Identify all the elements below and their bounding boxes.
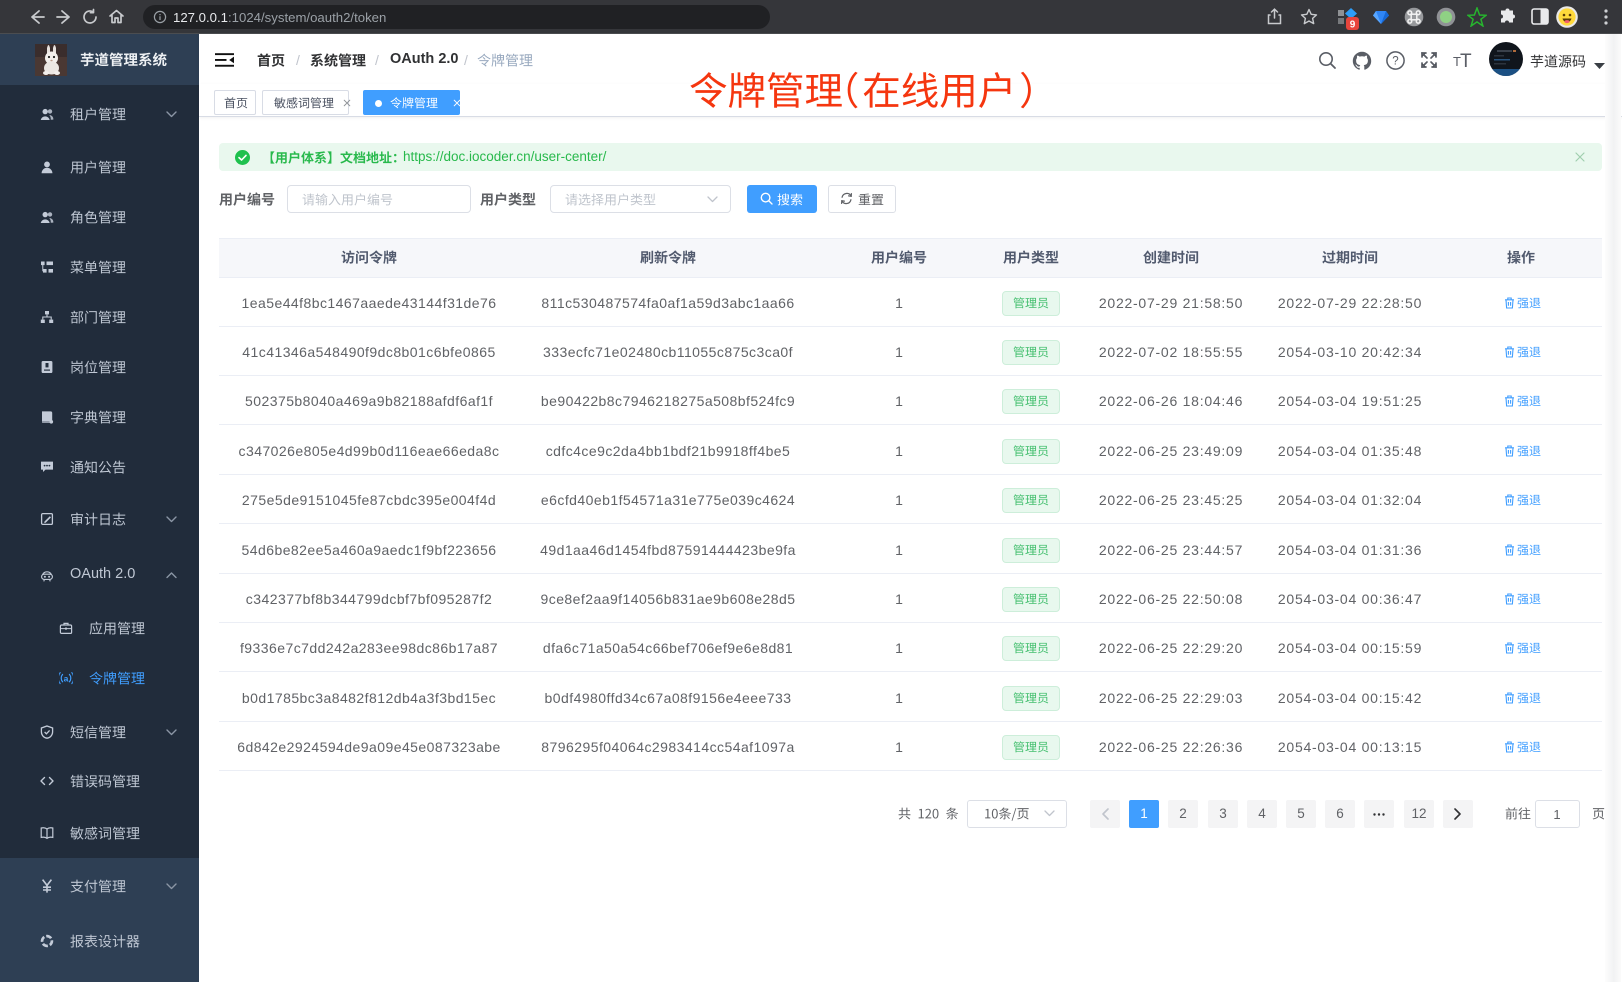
svg-text:9: 9	[1350, 20, 1356, 31]
svg-text:?: ?	[1392, 56, 1398, 68]
svg-text:a: a	[64, 673, 69, 683]
svg-text:T: T	[1460, 51, 1472, 70]
